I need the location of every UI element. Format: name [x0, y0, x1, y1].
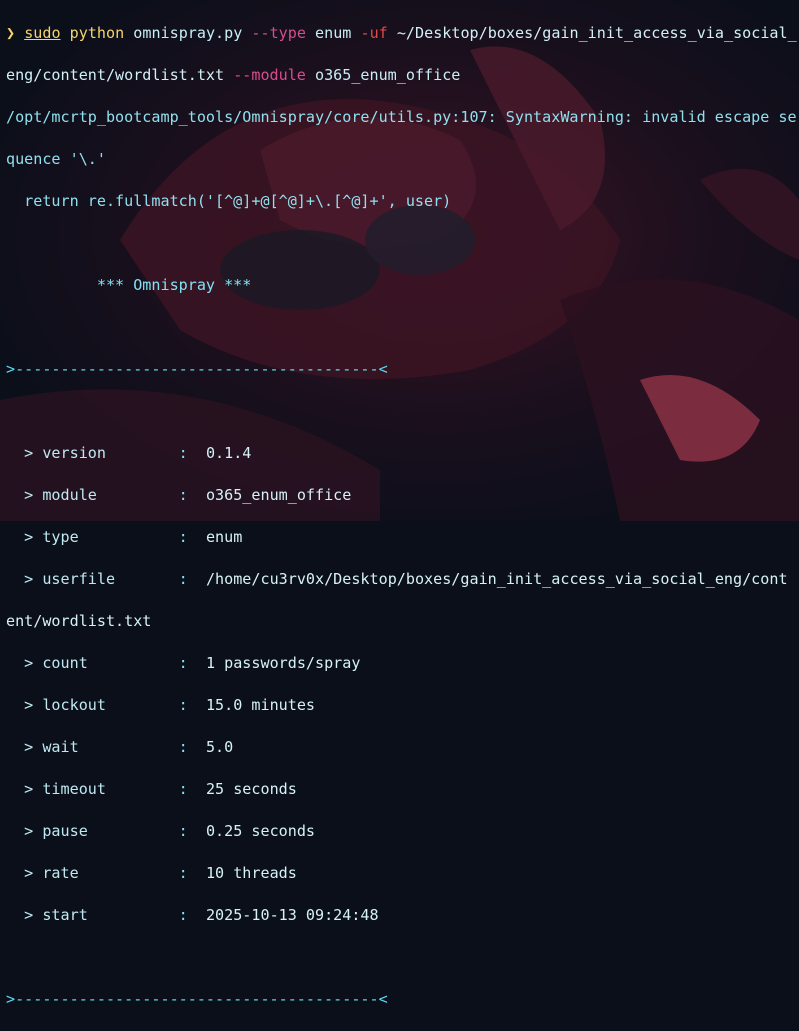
- config-row: > module : o365_enum_office: [6, 485, 799, 506]
- config-key: > userfile: [6, 570, 116, 588]
- banner-title: *** Omnispray ***: [6, 276, 252, 294]
- cmd-script: omnispray.py: [133, 24, 243, 42]
- cmd-python: python: [69, 24, 125, 42]
- config-key: > start: [6, 906, 88, 924]
- config-value: /home/cu3rv0x/Desktop/boxes/gain_init_ac…: [205, 570, 788, 588]
- config-row: > rate : 10 threads: [6, 863, 799, 884]
- config-row: > wait : 5.0: [6, 737, 799, 758]
- config-colon: :: [178, 570, 188, 588]
- config-colon: :: [178, 486, 188, 504]
- separator-top: >---------------------------------------…: [6, 360, 388, 378]
- uf-path-part2: eng/content/wordlist.txt: [6, 66, 225, 84]
- command-line-1: ❯ sudo python omnispray.py --type enum -…: [6, 23, 799, 44]
- prompt-arrow-icon: ❯: [6, 24, 16, 42]
- warning-line-2: quence '\.': [6, 150, 106, 168]
- config-row: > count : 1 passwords/spray: [6, 653, 799, 674]
- config-colon: :: [178, 696, 188, 714]
- config-value: 15.0 minutes: [205, 696, 315, 714]
- separator-bottom: >---------------------------------------…: [6, 990, 388, 1008]
- type-value: enum: [315, 24, 352, 42]
- config-key: > pause: [6, 822, 88, 840]
- uf-path-part1: ~/Desktop/boxes/gain_init_access_via_soc…: [396, 24, 797, 42]
- config-row: > pause : 0.25 seconds: [6, 821, 799, 842]
- config-value: 1 passwords/spray: [205, 654, 361, 672]
- config-value: 2025-10-13 09:24:48: [205, 906, 379, 924]
- config-colon: :: [178, 528, 188, 546]
- config-key: > module: [6, 486, 97, 504]
- config-key: > timeout: [6, 780, 106, 798]
- config-key: > count: [6, 654, 88, 672]
- warning-line-1: /opt/mcrtp_bootcamp_tools/Omnispray/core…: [6, 108, 797, 126]
- config-row: > start : 2025-10-13 09:24:48: [6, 905, 799, 926]
- config-row: > timeout : 25 seconds: [6, 779, 799, 800]
- flag-module: --module: [233, 66, 306, 84]
- config-value: 0.1.4: [205, 444, 252, 462]
- flag-uf: -uf: [360, 24, 388, 42]
- config-key: > lockout: [6, 696, 106, 714]
- config-key: > wait: [6, 738, 79, 756]
- config-value: 10 threads: [205, 864, 297, 882]
- config-value: 5.0: [205, 738, 234, 756]
- config-value: o365_enum_office: [205, 486, 352, 504]
- config-colon: :: [178, 822, 188, 840]
- config-key: > rate: [6, 864, 79, 882]
- cmd-sudo: sudo: [24, 24, 61, 42]
- config-value: enum: [205, 528, 243, 546]
- config-value: 0.25 seconds: [205, 822, 315, 840]
- config-colon: :: [178, 864, 188, 882]
- config-colon: :: [178, 444, 188, 462]
- config-colon: :: [178, 780, 188, 798]
- config-value: 25 seconds: [205, 780, 297, 798]
- config-row: > userfile : /home/cu3rv0x/Desktop/boxes…: [6, 569, 799, 590]
- config-colon: :: [178, 906, 188, 924]
- config-row: > type : enum: [6, 527, 799, 548]
- config-key: > version: [6, 444, 106, 462]
- warning-line-3: return re.fullmatch('[^@]+@[^@]+\.[^@]+'…: [6, 192, 452, 210]
- config-row: > version : 0.1.4: [6, 443, 799, 464]
- command-line-2: eng/content/wordlist.txt --module o365_e…: [6, 65, 799, 86]
- config-colon: :: [178, 738, 188, 756]
- config-row: > lockout : 15.0 minutes: [6, 695, 799, 716]
- config-key: > type: [6, 528, 79, 546]
- userfile-wrap: ent/wordlist.txt: [6, 612, 152, 630]
- flag-type: --type: [251, 24, 306, 42]
- config-colon: :: [178, 654, 188, 672]
- module-value: o365_enum_office: [314, 66, 461, 84]
- terminal-output[interactable]: ❯ sudo python omnispray.py --type enum -…: [6, 2, 799, 1008]
